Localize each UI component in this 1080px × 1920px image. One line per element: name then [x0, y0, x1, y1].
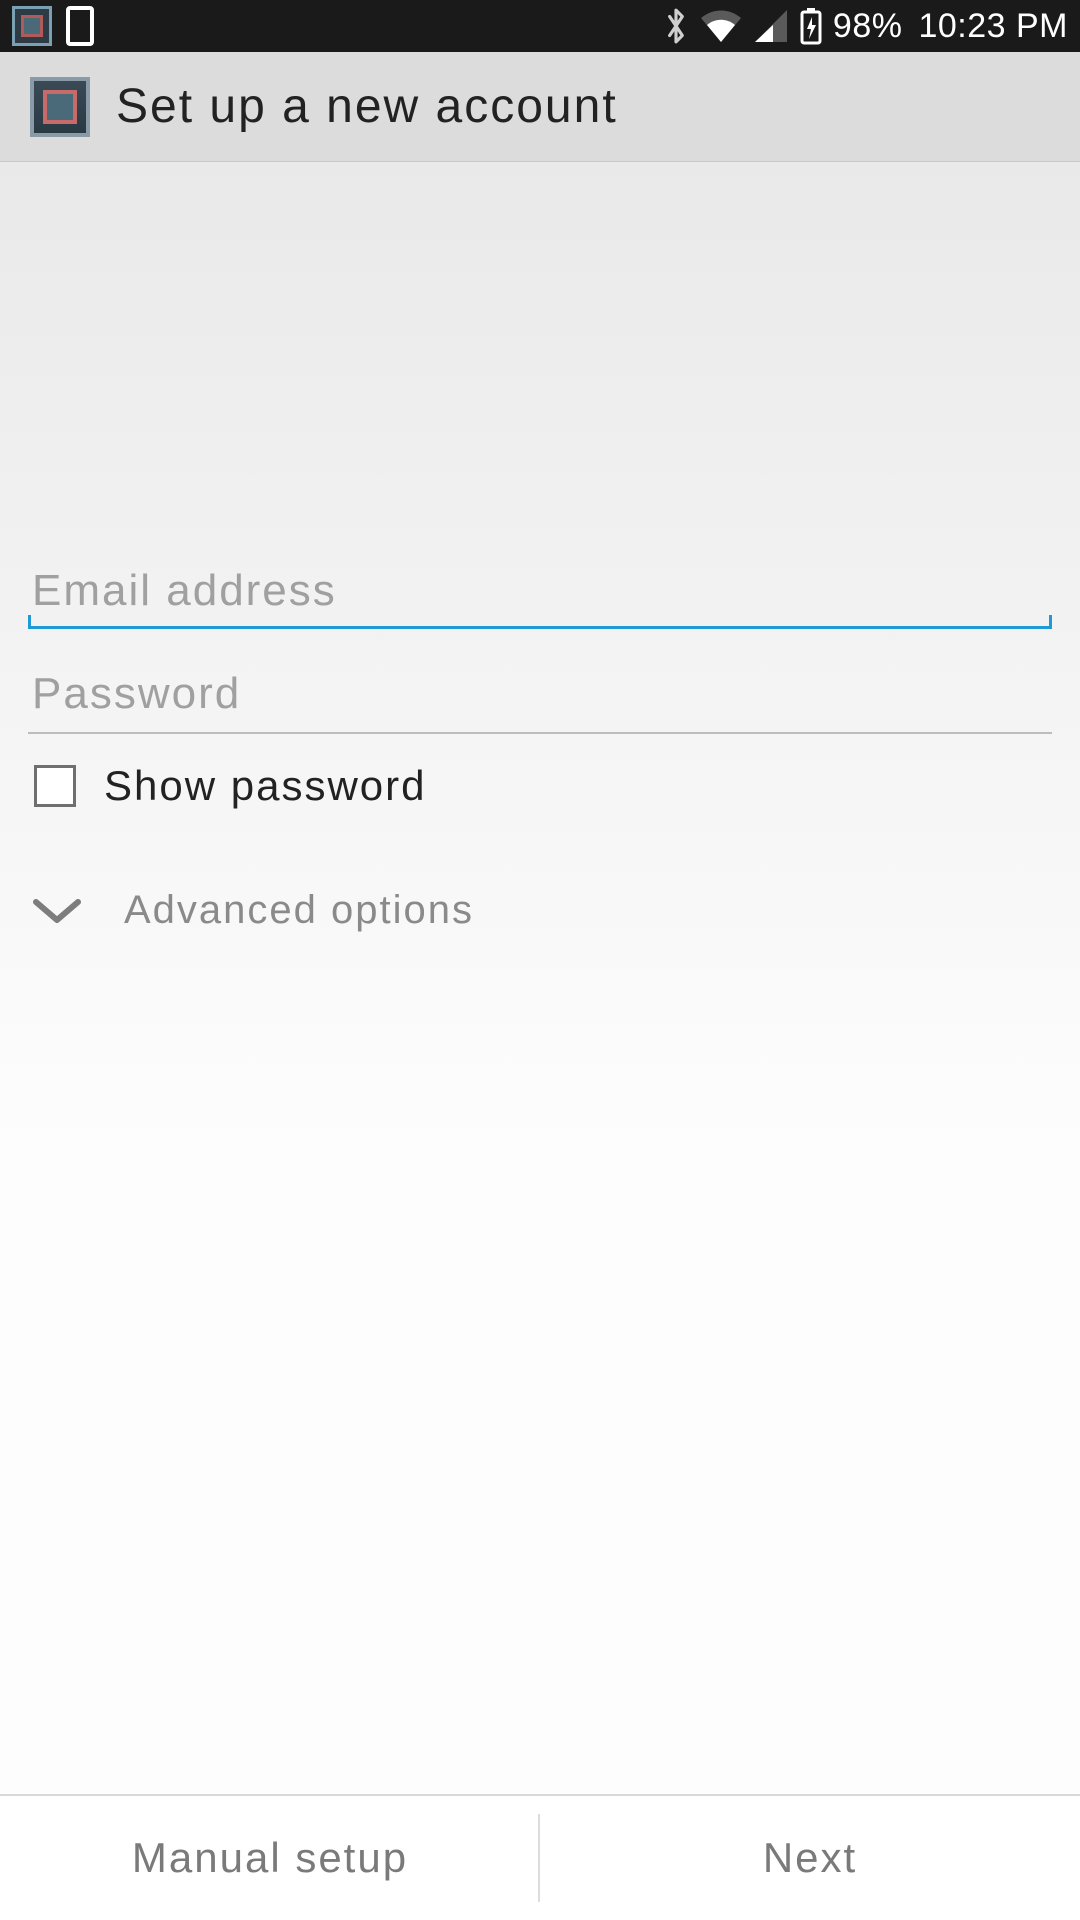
battery-percentage: 98% — [833, 7, 903, 46]
show-password-label: Show password — [104, 762, 426, 810]
bluetooth-icon — [663, 7, 689, 45]
advanced-options-row[interactable]: Advanced options — [28, 888, 1052, 933]
password-field[interactable] — [28, 655, 1052, 732]
cellular-icon — [753, 8, 789, 44]
battery-charging-icon — [799, 7, 823, 45]
show-password-row[interactable]: Show password — [28, 762, 1052, 810]
email-field[interactable] — [28, 552, 1052, 629]
main-content: Show password Advanced options — [0, 162, 1080, 1794]
advanced-options-label: Advanced options — [124, 888, 474, 933]
chevron-down-icon — [30, 894, 84, 928]
password-field-wrap — [28, 655, 1052, 734]
bottom-bar: Manual setup Next — [0, 1794, 1080, 1920]
wifi-icon — [699, 8, 743, 44]
next-label: Next — [763, 1834, 857, 1882]
page-title: Set up a new account — [116, 79, 618, 134]
app-bar: Set up a new account — [0, 52, 1080, 162]
next-button[interactable]: Next — [540, 1796, 1080, 1920]
show-password-checkbox[interactable] — [34, 765, 76, 807]
email-field-wrap — [28, 552, 1052, 629]
app-icon — [30, 77, 90, 137]
clock: 10:23 PM — [918, 7, 1068, 46]
status-bar: 98% 10:23 PM — [0, 0, 1080, 52]
notification-app-icon — [12, 6, 52, 46]
nfc-icon — [66, 6, 94, 46]
manual-setup-label: Manual setup — [132, 1834, 408, 1882]
manual-setup-button[interactable]: Manual setup — [0, 1796, 540, 1920]
